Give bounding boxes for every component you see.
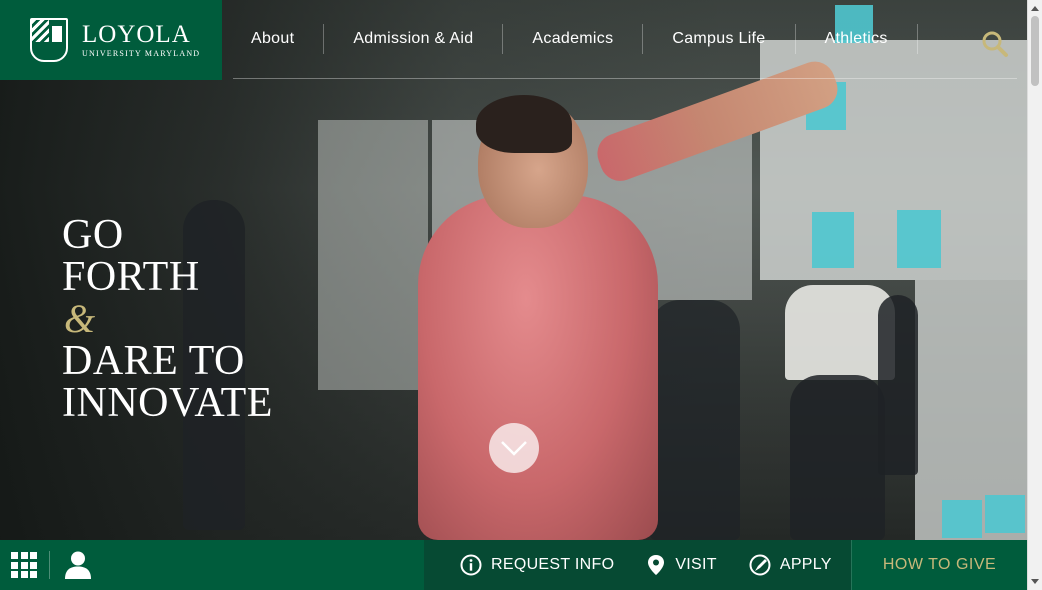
sticky-note: [942, 500, 982, 538]
sticky-note: [897, 210, 941, 268]
university-logo[interactable]: LOYOLA UNIVERSITY MARYLAND: [0, 0, 222, 80]
how-to-give-button[interactable]: HOW TO GIVE: [851, 540, 1027, 590]
apply-label: APPLY: [779, 556, 832, 573]
nav-item-about[interactable]: About: [233, 24, 325, 54]
nav-item-athletics[interactable]: Athletics: [796, 24, 918, 54]
headline-line: INNOVATE: [62, 380, 273, 426]
headline-line: FORTH: [62, 254, 200, 300]
headline-line: GO: [62, 212, 124, 258]
scroll-down-arrow[interactable]: [1031, 579, 1039, 584]
apply-button[interactable]: APPLY: [749, 554, 832, 576]
cta-group: REQUEST INFO VISIT APPLY: [424, 540, 851, 590]
presenter-hair: [476, 95, 572, 153]
request-info-button[interactable]: REQUEST INFO: [460, 554, 614, 576]
whiteboard: [318, 120, 428, 390]
visit-label: VISIT: [675, 556, 717, 573]
location-pin-icon: [648, 555, 665, 575]
magnifier-icon: [982, 31, 1008, 57]
nav-item-campus-life[interactable]: Campus Life: [643, 24, 796, 54]
nav-item-admission-aid[interactable]: Admission & Aid: [324, 24, 504, 54]
scroll-up-arrow[interactable]: [1031, 6, 1039, 11]
presenter-body: [418, 195, 658, 540]
nav-item-academics[interactable]: Academics: [503, 24, 644, 54]
vertical-scrollbar[interactable]: [1027, 0, 1042, 590]
logo-name: LOYOLA: [82, 20, 191, 48]
headline-ampersand: &: [64, 296, 96, 341]
utility-tools: [0, 540, 424, 590]
main-navigation: About Admission & Aid Academics Campus L…: [233, 0, 1017, 79]
scroll-down-button[interactable]: [489, 423, 539, 473]
background-person: [878, 295, 918, 475]
visit-button[interactable]: VISIT: [646, 554, 717, 576]
hero-headline: GO FORTH & DARE TO INNOVATE: [62, 214, 273, 424]
headline-line: DARE TO: [62, 338, 245, 384]
scrollbar-thumb[interactable]: [1031, 16, 1039, 86]
logo-text: LOYOLA UNIVERSITY MARYLAND: [82, 20, 201, 58]
divider: [49, 551, 50, 579]
background-person: [790, 375, 885, 540]
crest-icon: [30, 18, 68, 62]
logo-subtitle: UNIVERSITY MARYLAND: [82, 48, 201, 58]
pen-icon: [749, 554, 771, 576]
request-info-label: REQUEST INFO: [491, 556, 615, 573]
user-button[interactable]: [64, 550, 92, 580]
search-button[interactable]: [981, 30, 1009, 58]
background-person: [650, 300, 740, 540]
sticky-note: [985, 495, 1025, 533]
bottom-bar: REQUEST INFO VISIT APPLY HOW TO GIVE: [0, 540, 1027, 590]
sticky-note: [812, 212, 854, 268]
info-icon: [460, 554, 482, 576]
chevron-down-icon: [501, 441, 527, 456]
user-icon: [65, 551, 91, 579]
apps-grid-button[interactable]: [11, 552, 37, 578]
